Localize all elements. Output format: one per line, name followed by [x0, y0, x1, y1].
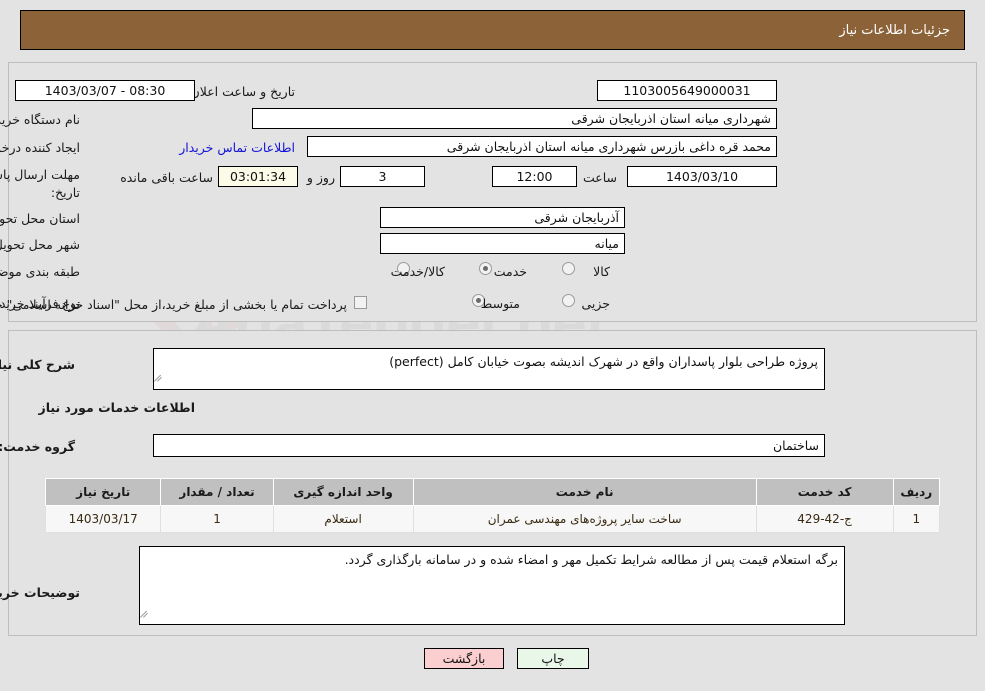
province-value: آذربایجان شرقی: [380, 207, 625, 228]
th-need-date: تاریخ نیاز: [44, 478, 162, 506]
treasury-text: پرداخت تمام یا بخشی از مبلغ خرید،از محل …: [0, 297, 347, 312]
process-radio-jozei[interactable]: [562, 294, 575, 307]
category-radio-khedmat[interactable]: [479, 262, 492, 275]
summary-label: شرح کلی نیاز:: [0, 357, 75, 372]
creator-value: محمد قره داغی بازرس شهرداری میانه استان …: [307, 136, 777, 157]
city-label: شهر محل تحویل:: [0, 237, 80, 252]
category-label-khedmat: خدمت: [493, 264, 527, 279]
buyer-notes-textarea[interactable]: برگه استعلام قیمت پس از مطالعه شرایط تکم…: [139, 546, 845, 625]
city-value: میانه: [380, 233, 625, 254]
buyer-contact-link[interactable]: اطلاعات تماس خریدار: [179, 140, 295, 155]
deadline-label-line1: مهلت ارسال پاسخ: تا: [0, 167, 80, 182]
buyer-org-value: شهرداری میانه استان اذربایجان شرقی: [252, 108, 777, 129]
cell-service-name: ساخت سایر پروژه‌های مهندسی عمران: [412, 505, 757, 533]
countdown-label: ساعت باقی مانده: [120, 170, 213, 185]
cell-row-no: 1: [892, 505, 941, 533]
th-row-no: ردیف: [892, 478, 941, 506]
services-heading: اطلاعات خدمات مورد نیاز: [38, 400, 196, 415]
table-header-row: ردیف کد خدمت نام خدمت واحد اندازه گیری ت…: [44, 478, 941, 506]
hour-label: ساعت: [582, 170, 617, 185]
need-info-panel: [8, 62, 977, 322]
creator-label: ایجاد کننده درخواست:: [0, 140, 80, 155]
th-unit: واحد اندازه گیری: [272, 478, 414, 506]
cell-need-date: 1403/03/17: [44, 505, 162, 533]
countdown-timer: 03:01:34: [218, 166, 298, 187]
page-title: جزئیات اطلاعات نیاز: [20, 10, 965, 50]
service-group-value: ساختمان: [153, 434, 825, 457]
summary-resize-handle[interactable]: [153, 372, 165, 384]
th-service-name: نام خدمت: [412, 478, 757, 506]
need-number-value: 1103005649000031: [597, 80, 777, 101]
services-table: ردیف کد خدمت نام خدمت واحد اندازه گیری ت…: [44, 478, 941, 533]
category-radio-kala[interactable]: [562, 262, 575, 275]
cell-quantity: 1: [160, 505, 274, 533]
deadline-label-line2: تاریخ:: [50, 185, 80, 200]
buyer-notes-label: توضیحات خریدار:: [0, 585, 80, 600]
cell-unit: استعلام: [272, 505, 414, 533]
cell-service-code: ج-42-429: [755, 505, 894, 533]
remaining-days-value: 3: [340, 166, 425, 187]
deadline-date-value: 1403/03/10: [627, 166, 777, 187]
process-label-motevaset: متوسط: [480, 296, 520, 311]
service-group-label: گروه خدمت:: [0, 439, 75, 454]
th-service-code: کد خدمت: [755, 478, 894, 506]
days-label: روز و: [306, 170, 335, 185]
category-label-kala-khedmat: کالا/خدمت: [390, 264, 445, 279]
deadline-time-value: 12:00: [492, 166, 577, 187]
treasury-checkbox[interactable]: [354, 296, 367, 309]
print-button[interactable]: چاپ: [517, 648, 589, 669]
buyer-org-label: نام دستگاه خریدار:: [0, 112, 80, 127]
table-row: 1 ج-42-429 ساخت سایر پروژه‌های مهندسی عم…: [44, 505, 941, 533]
process-label-jozei: جزیی: [581, 296, 610, 311]
category-label-kala: کالا: [593, 264, 610, 279]
province-label: استان محل تحویل:: [0, 211, 80, 226]
public-announce-value: 08:30 - 1403/03/07: [15, 80, 195, 101]
buyer-notes-resize-handle[interactable]: [139, 608, 151, 620]
back-button[interactable]: بازگشت: [424, 648, 504, 669]
page-root: ⤵ AriaTender.net جزئیات اطلاعات نیاز شما…: [0, 0, 985, 691]
summary-textarea[interactable]: پروژه طراحی بلوار پاسداران واقع در شهرک …: [153, 348, 825, 390]
th-quantity: تعداد / مقدار: [160, 478, 274, 506]
category-label: طبقه بندی موضوعی:: [0, 264, 80, 279]
